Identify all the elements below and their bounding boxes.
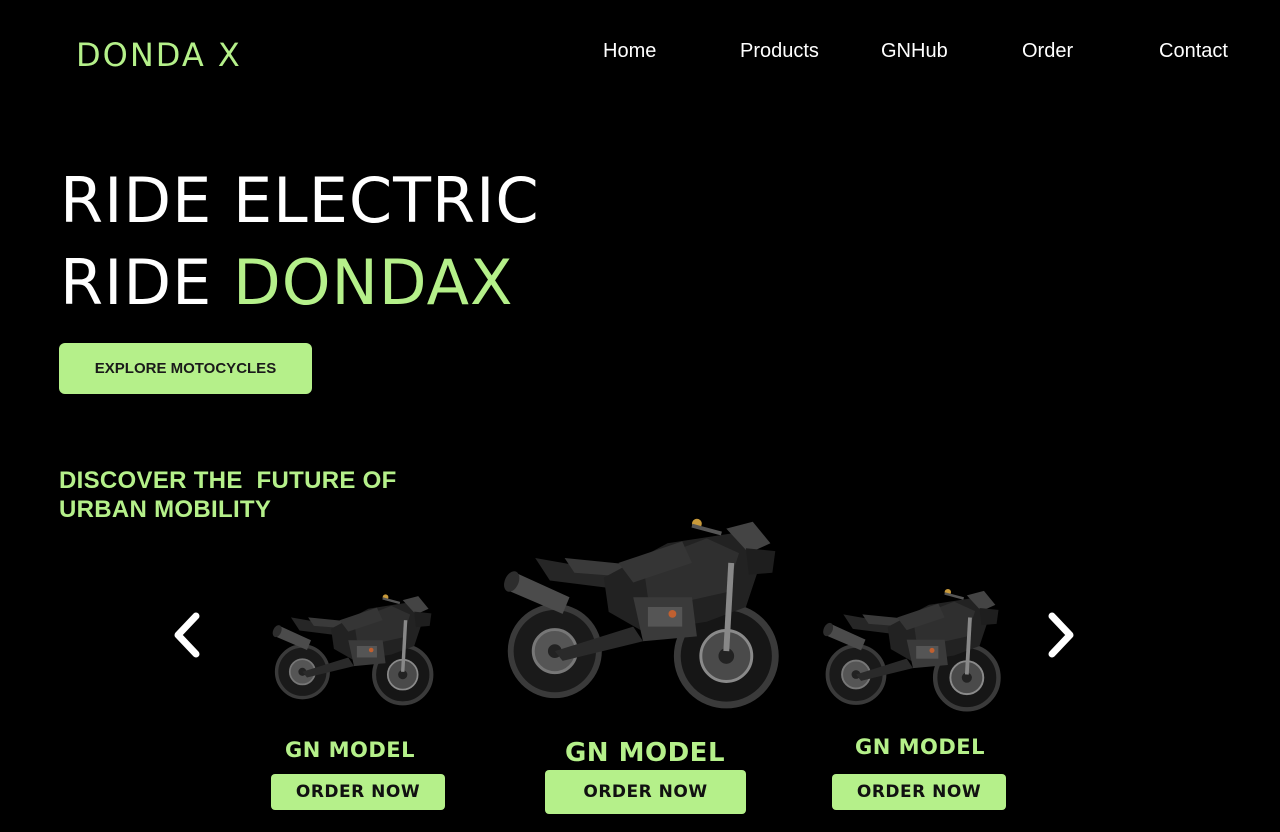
order-now-button-right[interactable]: ORDER NOW	[832, 774, 1006, 810]
model-label-center: GN MODEL	[564, 738, 726, 768]
nav-products-link[interactable]: Products	[740, 40, 819, 63]
discover-line1: DISCOVER THE FUTURE OF	[59, 467, 397, 494]
motorcycle-image-center	[496, 502, 790, 712]
nav-contact-link[interactable]: Contact	[1159, 40, 1228, 63]
motorcycle-image-left	[268, 584, 440, 708]
order-now-button-center[interactable]: ORDER NOW	[545, 770, 746, 814]
nav-order-link[interactable]: Order	[1022, 40, 1073, 63]
motorcycle-image-right	[818, 578, 1008, 714]
discover-heading: DISCOVER THE FUTURE OF URBAN MOBILITY	[59, 466, 397, 524]
nav-gnhub-link[interactable]: GNHub	[881, 40, 948, 63]
hero-title-prefix: RIDE	[60, 246, 233, 319]
order-now-button-left[interactable]: ORDER NOW	[271, 774, 445, 810]
discover-line2: URBAN MOBILITY	[59, 496, 272, 523]
model-label-right: GN MODEL	[854, 735, 986, 759]
brand-logo[interactable]: DONDA X	[76, 36, 242, 74]
hero-title-line1: RIDE ELECTRIC	[60, 164, 540, 237]
chevron-right-icon[interactable]	[1040, 610, 1080, 660]
chevron-left-icon[interactable]	[168, 610, 208, 660]
hero-title-accent: DONDAX	[233, 246, 514, 319]
hero-title-line2: RIDE DONDAX	[60, 246, 513, 319]
explore-motorcycles-button[interactable]: EXPLORE MOTOCYCLES	[59, 343, 312, 394]
model-label-left: GN MODEL	[284, 738, 416, 762]
nav-home-link[interactable]: Home	[603, 40, 656, 63]
